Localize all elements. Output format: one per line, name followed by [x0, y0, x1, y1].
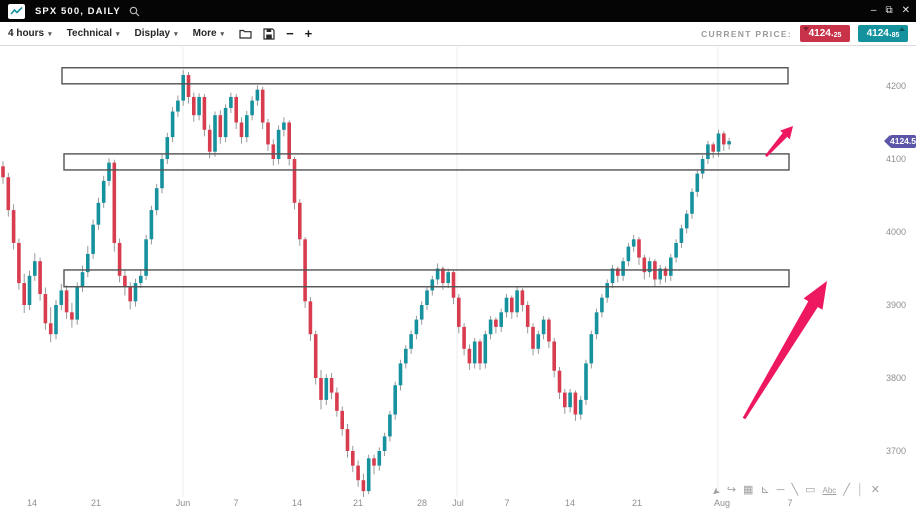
time-tick-label: 7 — [787, 498, 792, 508]
restore-button[interactable]: ⧉ — [885, 6, 892, 16]
close-button[interactable]: ✕ — [902, 6, 910, 16]
minimize-button[interactable]: – — [871, 6, 877, 16]
time-tick-label: 7 — [504, 498, 509, 508]
search-icon[interactable] — [129, 6, 140, 17]
rectangle-icon[interactable]: ▭ — [805, 485, 815, 496]
symbol-title: SPX 500, DAILY — [35, 6, 121, 17]
horizontal-line-icon[interactable]: ─ — [777, 485, 785, 496]
current-price-label: CURRENT PRICE: — [701, 29, 792, 39]
trading-app-window: SPX 500, DAILY – ⧉ ✕ 4 hours ▾ Technical… — [0, 0, 916, 514]
time-tick-label: Jun — [176, 498, 191, 508]
price-down-arrow-icon — [803, 27, 809, 31]
price-tick-label: 3700 — [886, 446, 916, 456]
time-tick-label: Aug — [714, 498, 730, 508]
time-tick-label: 21 — [91, 498, 101, 508]
chart-area[interactable]: 4200 4100 4000 3900 3800 3700 14 21 Jun 7 14 21 28 J… — [0, 46, 916, 514]
save-icon[interactable] — [263, 28, 275, 40]
time-tick-label: 14 — [292, 498, 302, 508]
chevron-down-icon: ▾ — [116, 30, 120, 38]
pen-icon[interactable]: ➤ — [709, 484, 722, 497]
elbow-arrow-icon[interactable]: ↪ — [727, 485, 736, 496]
price-tick-label: 4000 — [886, 227, 916, 237]
chevron-down-icon: ▾ — [174, 30, 178, 38]
technical-label: Technical — [67, 28, 112, 39]
time-tick-label: 28 — [417, 498, 427, 508]
ray-icon[interactable]: ╱ — [843, 485, 850, 496]
last-price-tag: 4124.5 — [890, 135, 916, 148]
trend-line-icon[interactable]: ╲ — [791, 485, 798, 496]
title-bar: SPX 500, DAILY – ⧉ ✕ — [0, 0, 916, 22]
vertical-line-icon[interactable]: │ — [857, 485, 864, 496]
price-tick-label: 4200 — [886, 81, 916, 91]
time-tick-label: 21 — [353, 498, 363, 508]
time-tick-label: 14 — [27, 498, 37, 508]
price-tick-label: 3900 — [886, 300, 916, 310]
grid-icon[interactable]: ▦ — [743, 485, 753, 496]
time-tick-label: 7 — [233, 498, 238, 508]
drawing-toolbar: ➤ ↪ ▦ ⊾ ─ ╲ ▭ Abc ╱ │ ✕ — [711, 485, 880, 496]
price-tick-label: 3800 — [886, 373, 916, 383]
display-label: Display — [135, 28, 171, 39]
text-tool-icon[interactable]: Abc — [822, 487, 836, 495]
zoom-in-button[interactable]: + — [305, 27, 313, 40]
trend-angle-icon[interactable]: ⊾ — [760, 485, 769, 496]
price-tick-label: 4100 — [886, 154, 916, 164]
chevron-down-icon: ▾ — [221, 30, 225, 38]
candlestick-chart[interactable] — [0, 46, 916, 514]
chart-toolbar: 4 hours ▾ Technical ▾ Display ▾ More ▾ −… — [0, 22, 916, 46]
buy-price-int: 4124. — [867, 28, 892, 39]
time-tick-label: Jul — [452, 498, 464, 508]
chevron-down-icon: ▾ — [48, 30, 52, 38]
more-menu[interactable]: More ▾ — [193, 28, 224, 39]
display-menu[interactable]: Display ▾ — [135, 28, 178, 39]
sell-price-int: 4124. — [809, 28, 834, 39]
delete-icon[interactable]: ✕ — [871, 485, 880, 496]
technical-menu[interactable]: Technical ▾ — [67, 28, 120, 39]
app-logo-icon — [8, 4, 25, 19]
buy-price-badge[interactable]: 4124. 85 — [858, 25, 908, 42]
time-tick-label: 14 — [565, 498, 575, 508]
sell-price-dec: 25 — [834, 32, 842, 39]
more-label: More — [193, 28, 217, 39]
timeframe-dropdown[interactable]: 4 hours ▾ — [8, 28, 52, 39]
zoom-out-button[interactable]: − — [286, 27, 294, 40]
time-tick-label: 21 — [632, 498, 642, 508]
buy-price-dec: 85 — [892, 32, 900, 39]
sell-price-badge[interactable]: 4124. 25 — [800, 25, 850, 42]
price-up-arrow-icon — [899, 27, 905, 31]
open-folder-icon[interactable] — [239, 28, 252, 39]
timeframe-label: 4 hours — [8, 28, 44, 39]
